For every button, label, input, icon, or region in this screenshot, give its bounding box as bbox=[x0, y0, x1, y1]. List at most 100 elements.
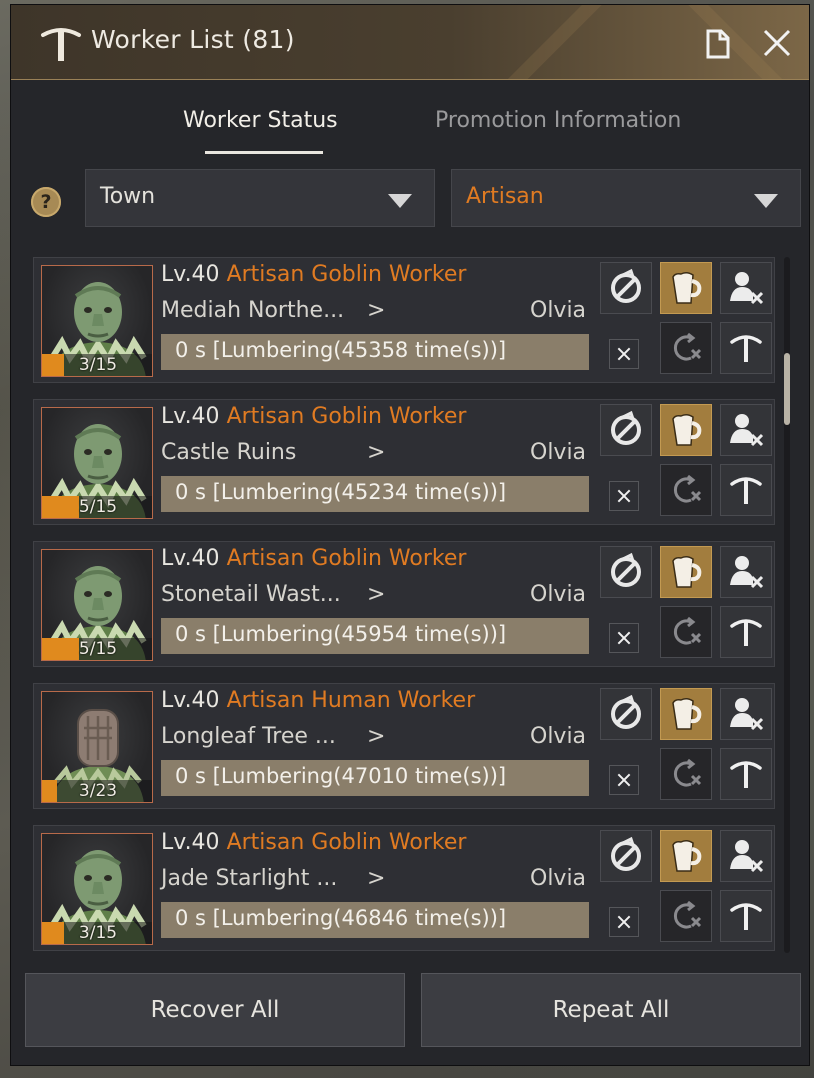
town-dropdown[interactable]: Town bbox=[85, 169, 435, 227]
worker-location: Castle Ruins bbox=[161, 440, 297, 465]
stamina-text: 5/15 bbox=[78, 639, 118, 659]
worker-portrait[interactable]: 3/15 bbox=[41, 833, 153, 945]
task-text: 0 s [Lumbering(45234 time(s))] bbox=[175, 480, 507, 504]
stop-repeat-button[interactable] bbox=[660, 464, 712, 516]
worker-portrait[interactable]: 3/23 bbox=[41, 691, 153, 803]
worker-grade: Artisan bbox=[226, 830, 305, 855]
feed-beer-icon bbox=[672, 555, 702, 588]
worker-grade: Artisan bbox=[226, 404, 305, 429]
feed-beer-icon bbox=[672, 697, 702, 730]
promote-button[interactable] bbox=[600, 262, 652, 314]
worker-race: Goblin Worker bbox=[311, 262, 467, 287]
worker-grade: Artisan bbox=[226, 546, 305, 571]
task-text: 0 s [Lumbering(45358 time(s))] bbox=[175, 338, 507, 362]
stamina-text: 3/15 bbox=[78, 355, 118, 375]
fire-worker-button[interactable] bbox=[720, 546, 772, 598]
fire-worker-button[interactable] bbox=[720, 404, 772, 456]
worker-town: Olvia bbox=[530, 582, 587, 607]
stop-repeat-icon bbox=[673, 474, 702, 503]
promote-button[interactable] bbox=[600, 546, 652, 598]
feed-button[interactable] bbox=[660, 262, 712, 314]
task-text: 0 s [Lumbering(45954 time(s))] bbox=[175, 622, 507, 646]
worker-portrait[interactable]: 5/15 bbox=[41, 549, 153, 661]
recover-all-button[interactable]: Recover All bbox=[25, 973, 405, 1047]
feed-button[interactable] bbox=[660, 404, 712, 456]
chevron-down-icon bbox=[754, 194, 778, 208]
stop-repeat-button[interactable] bbox=[660, 748, 712, 800]
assign-work-button[interactable] bbox=[720, 606, 772, 658]
pickaxe-icon bbox=[730, 761, 762, 788]
memo-icon[interactable] bbox=[705, 29, 731, 59]
promote-button[interactable] bbox=[600, 404, 652, 456]
worker-location: Mediah Northe... bbox=[161, 298, 345, 323]
worker-level: Lv.40 bbox=[161, 830, 220, 855]
worker-row[interactable]: 5/15 Lv.40 Artisan Goblin Worker Castle … bbox=[33, 399, 775, 525]
stamina-text: 3/15 bbox=[78, 923, 118, 943]
promote-button[interactable] bbox=[600, 688, 652, 740]
worker-row[interactable]: 3/23 Lv.40 Artisan Human Worker Longleaf… bbox=[33, 683, 775, 809]
fire-worker-icon bbox=[730, 698, 764, 731]
worker-race: Goblin Worker bbox=[311, 404, 467, 429]
assign-work-button[interactable] bbox=[720, 464, 772, 516]
worker-portrait[interactable]: 5/15 bbox=[41, 407, 153, 519]
stop-repeat-button[interactable] bbox=[660, 606, 712, 658]
worker-grade: Artisan bbox=[226, 262, 305, 287]
worker-level: Lv.40 bbox=[161, 404, 220, 429]
worker-town: Olvia bbox=[530, 298, 587, 323]
no-upgrade-icon bbox=[611, 410, 641, 445]
stop-repeat-button[interactable] bbox=[660, 890, 712, 942]
cancel-task-button[interactable] bbox=[609, 481, 639, 511]
tab-promotion-information[interactable]: Promotion Information bbox=[435, 103, 681, 153]
task-text: 0 s [Lumbering(46846 time(s))] bbox=[175, 906, 507, 930]
footer: Recover All Repeat All bbox=[25, 973, 801, 1049]
worker-row[interactable]: 5/15 Lv.40 Artisan Goblin Worker Stoneta… bbox=[33, 541, 775, 667]
feed-button[interactable] bbox=[660, 546, 712, 598]
help-icon[interactable]: ? bbox=[31, 187, 61, 217]
worker-list[interactable]: 3/15 Lv.40 Artisan Goblin Worker Mediah … bbox=[25, 243, 777, 951]
cancel-task-button[interactable] bbox=[609, 765, 639, 795]
stop-repeat-button[interactable] bbox=[660, 322, 712, 374]
worker-portrait[interactable]: 3/15 bbox=[41, 265, 153, 377]
worker-title: Lv.40 Artisan Goblin Worker bbox=[161, 546, 466, 571]
feed-button[interactable] bbox=[660, 830, 712, 882]
worker-row[interactable]: 3/15 Lv.40 Artisan Goblin Worker Mediah … bbox=[33, 257, 775, 383]
fire-worker-icon bbox=[730, 556, 764, 589]
scrollbar-thumb[interactable] bbox=[784, 353, 790, 425]
fire-worker-button[interactable] bbox=[720, 830, 772, 882]
stop-repeat-icon bbox=[673, 332, 702, 361]
worker-level: Lv.40 bbox=[161, 546, 220, 571]
worker-town: Olvia bbox=[530, 866, 587, 891]
pickaxe-icon bbox=[730, 335, 762, 362]
close-icon[interactable] bbox=[761, 27, 793, 59]
assign-work-button[interactable] bbox=[720, 890, 772, 942]
worker-race: Human Worker bbox=[311, 688, 476, 713]
worker-race: Goblin Worker bbox=[311, 830, 467, 855]
cancel-task-button[interactable] bbox=[609, 623, 639, 653]
assign-work-button[interactable] bbox=[720, 322, 772, 374]
no-upgrade-icon bbox=[611, 268, 641, 303]
window-title: Worker List (81) bbox=[91, 25, 295, 54]
pickaxe-icon bbox=[730, 619, 762, 646]
worker-location: Jade Starlight ... bbox=[161, 866, 338, 891]
feed-button[interactable] bbox=[660, 688, 712, 740]
assign-work-button[interactable] bbox=[720, 748, 772, 800]
worker-level: Lv.40 bbox=[161, 262, 220, 287]
fire-worker-icon bbox=[730, 840, 764, 873]
worker-town: Olvia bbox=[530, 440, 587, 465]
stop-repeat-icon bbox=[673, 616, 702, 645]
cancel-task-button[interactable] bbox=[609, 339, 639, 369]
fire-worker-button[interactable] bbox=[720, 262, 772, 314]
task-progress-bar: 0 s [Lumbering(45954 time(s))] bbox=[161, 618, 639, 654]
feed-beer-icon bbox=[672, 413, 702, 446]
worker-row[interactable]: 3/15 Lv.40 Artisan Goblin Worker Jade St… bbox=[33, 825, 775, 951]
repeat-all-button[interactable]: Repeat All bbox=[421, 973, 801, 1047]
grade-dropdown[interactable]: Artisan bbox=[451, 169, 801, 227]
cancel-task-button[interactable] bbox=[609, 907, 639, 937]
fire-worker-icon bbox=[730, 272, 764, 305]
fire-worker-icon bbox=[730, 414, 764, 447]
worker-title: Lv.40 Artisan Goblin Worker bbox=[161, 404, 466, 429]
fire-worker-button[interactable] bbox=[720, 688, 772, 740]
worker-title: Lv.40 Artisan Goblin Worker bbox=[161, 830, 466, 855]
tab-worker-status[interactable]: Worker Status bbox=[183, 103, 338, 153]
promote-button[interactable] bbox=[600, 830, 652, 882]
